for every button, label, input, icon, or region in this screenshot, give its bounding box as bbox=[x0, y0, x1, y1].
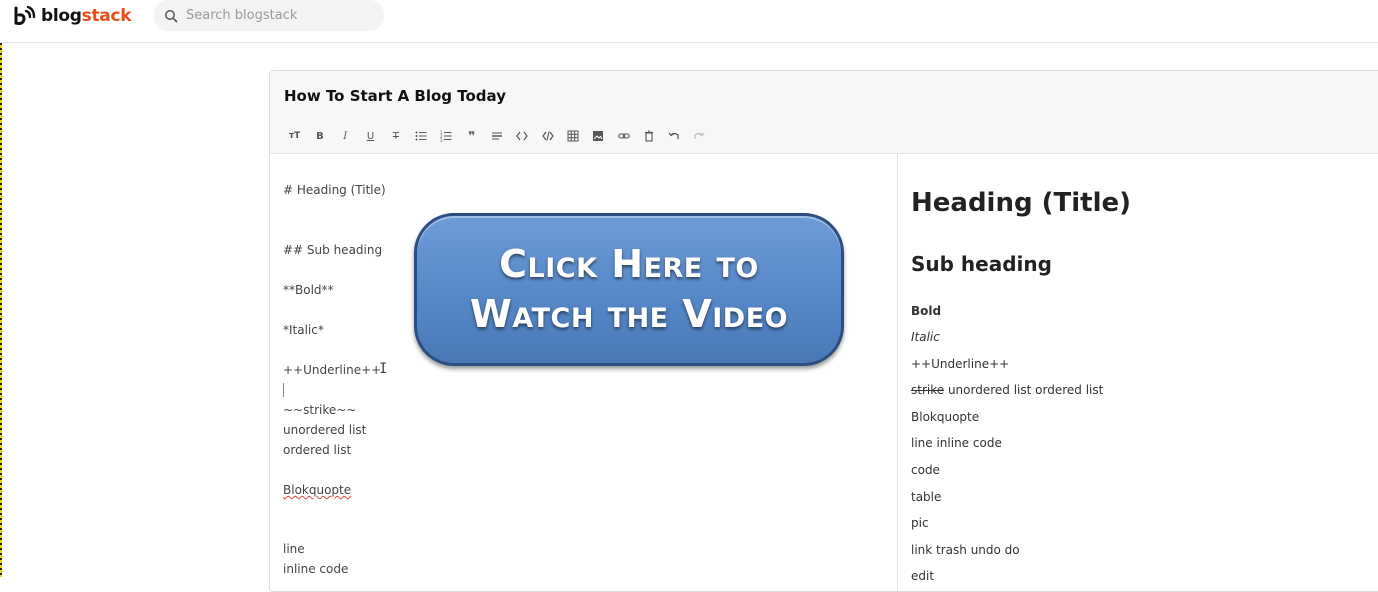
preview-italic: Italic bbox=[911, 330, 940, 344]
watch-video-button[interactable]: Click Here to Watch the Video bbox=[414, 213, 844, 366]
frame-border bbox=[0, 0, 2, 577]
table-icon[interactable] bbox=[560, 127, 585, 145]
search-input[interactable] bbox=[184, 7, 378, 24]
logo[interactable]: blogstack bbox=[14, 6, 132, 26]
video-button-line2: Watch the Video bbox=[469, 292, 789, 336]
top-bar: blogstack bbox=[0, 0, 1378, 43]
search-box[interactable] bbox=[154, 0, 384, 31]
source-line-line[interactable]: line bbox=[283, 542, 305, 556]
brand-name-part2: stack bbox=[81, 6, 132, 26]
source-line-ol[interactable]: ordered list bbox=[283, 443, 351, 457]
preview-pic: pic bbox=[911, 516, 929, 530]
italic-icon[interactable]: I bbox=[333, 127, 358, 145]
undo-icon[interactable] bbox=[661, 127, 686, 145]
preview-line: line inline code bbox=[911, 436, 1002, 450]
source-line-underline[interactable]: ++Underline++ bbox=[283, 363, 381, 377]
preview-edit: edit bbox=[911, 569, 935, 583]
strikethrough-icon[interactable]: T bbox=[383, 127, 408, 145]
preview-pane: Heading (Title) Sub heading Bold Italic … bbox=[898, 154, 1378, 591]
editor-header: How To Start A Blog Today ᴛT B I U T 123… bbox=[270, 71, 1378, 154]
blogstack-logo-icon bbox=[14, 6, 36, 25]
link-icon[interactable] bbox=[611, 127, 636, 145]
trash-icon[interactable] bbox=[636, 127, 661, 145]
preview-subheading: Sub heading bbox=[911, 252, 1052, 276]
unordered-list-icon[interactable] bbox=[408, 127, 433, 145]
text-cursor-icon: I bbox=[379, 361, 388, 377]
horizontal-rule-icon[interactable] bbox=[484, 127, 509, 145]
code-block-icon[interactable] bbox=[535, 127, 560, 145]
preview-underline: ++Underline++ bbox=[911, 357, 1010, 371]
heading-icon[interactable]: ᴛT bbox=[282, 127, 307, 145]
preview-strike-word: strike bbox=[911, 383, 945, 397]
preview-bold: Bold bbox=[911, 304, 942, 318]
source-line-bold[interactable]: **Bold** bbox=[283, 283, 334, 297]
search-icon bbox=[165, 9, 178, 22]
preview-code: code bbox=[911, 463, 940, 477]
source-line-inline-code[interactable]: inline code bbox=[283, 562, 348, 576]
svg-text:3: 3 bbox=[440, 138, 443, 142]
source-line-italic[interactable]: *Italic* bbox=[283, 323, 324, 337]
bold-icon[interactable]: B bbox=[307, 127, 332, 145]
ordered-list-icon[interactable]: 123 bbox=[434, 127, 459, 145]
image-icon[interactable] bbox=[586, 127, 611, 145]
video-button-line1: Click Here to bbox=[499, 242, 759, 286]
underline-icon[interactable]: U bbox=[358, 127, 383, 145]
preview-link: link trash undo do bbox=[911, 543, 1020, 557]
preview-quote: Blokquopte bbox=[911, 410, 980, 424]
text-caret bbox=[283, 383, 284, 397]
source-line-quote[interactable]: Blokquopte bbox=[283, 483, 351, 497]
editor-toolbar: ᴛT B I U T 123 ❞ bbox=[282, 127, 712, 145]
preview-heading: Heading (Title) bbox=[911, 188, 1132, 218]
source-line-heading[interactable]: # Heading (Title) bbox=[283, 183, 386, 197]
source-line-strike[interactable]: ~~strike~~ bbox=[283, 403, 356, 417]
brand-name: blogstack bbox=[41, 6, 132, 26]
source-line-ul[interactable]: unordered list bbox=[283, 423, 366, 437]
preview-strike-line: strike unordered list ordered list bbox=[911, 383, 1103, 397]
source-line-subheading[interactable]: ## Sub heading bbox=[283, 243, 382, 257]
blockquote-icon[interactable]: ❞ bbox=[459, 127, 484, 145]
redo-icon[interactable] bbox=[687, 127, 712, 145]
brand-name-part1: blog bbox=[41, 6, 82, 26]
post-title[interactable]: How To Start A Blog Today bbox=[284, 87, 506, 105]
inline-code-icon[interactable] bbox=[510, 127, 535, 145]
preview-table: table bbox=[911, 490, 942, 504]
preview-lists: unordered list ordered list bbox=[944, 383, 1104, 397]
